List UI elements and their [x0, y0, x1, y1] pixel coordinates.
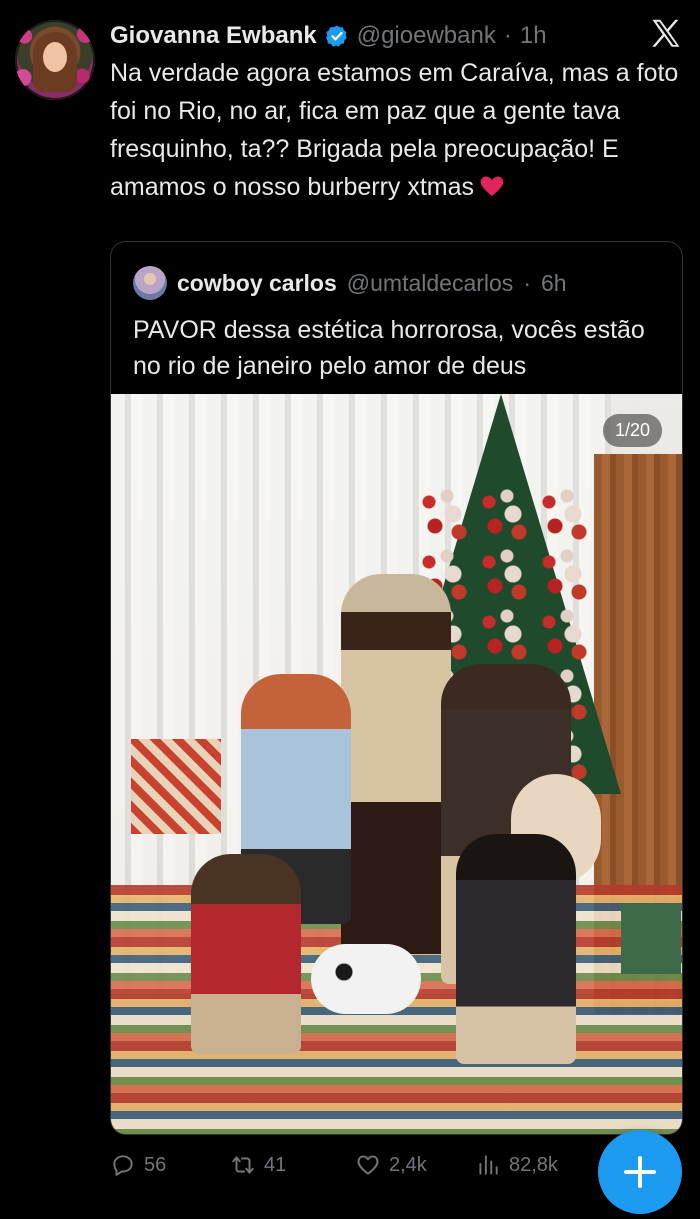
like-button[interactable]: 2,4k: [355, 1145, 427, 1185]
child-left: [191, 854, 301, 1054]
reply-count: 56: [144, 1153, 167, 1176]
red-heart-emoji-icon: [480, 176, 504, 196]
views-icon: [479, 1155, 498, 1175]
reaction-sticker-icon: [141, 1132, 251, 1135]
retweet-count: 41: [264, 1153, 287, 1176]
dalmatian-dog: [311, 944, 421, 1014]
avatar-face: [43, 42, 67, 72]
reply-button[interactable]: 56: [110, 1145, 166, 1185]
author-avatar[interactable]: [15, 20, 95, 100]
quoted-tweet-card[interactable]: cowboy carlos @umtaldecarlos · 6h PAVOR …: [110, 241, 683, 1135]
quote-text: PAVOR dessa estética horrorosa, vocês es…: [133, 316, 645, 380]
x-logo-icon[interactable]: [648, 16, 684, 52]
verified-badge-icon: [325, 25, 347, 47]
separator-dot: ·: [503, 22, 512, 49]
compose-button[interactable]: [598, 1130, 682, 1214]
child-right: [456, 834, 576, 1064]
gift-box-left: [131, 739, 221, 834]
quote-photo[interactable]: 1/20: [111, 394, 682, 1134]
photo-counter: 1/20: [602, 414, 662, 447]
retweet-icon: [232, 1156, 254, 1174]
tweet-container: Giovanna Ewbank @gioewbank · 1h Na verda…: [0, 0, 700, 1214]
quote-separator-dot: ·: [523, 269, 531, 296]
person-standing: [341, 574, 451, 954]
quote-header: cowboy carlos @umtaldecarlos · 6h: [133, 266, 567, 300]
heart-icon: [357, 1155, 379, 1175]
tweet-header: Giovanna Ewbank @gioewbank · 1h: [110, 19, 547, 53]
compose-plus-icon: [624, 1156, 656, 1188]
views-count: 82,8k: [509, 1153, 558, 1176]
author-name[interactable]: Giovanna Ewbank: [110, 22, 317, 50]
quote-time[interactable]: 6h: [541, 270, 567, 297]
quote-author-name[interactable]: cowboy carlos: [177, 270, 337, 297]
quote-author-avatar[interactable]: [133, 266, 167, 300]
tweet-text: Na verdade agora estamos em Caraíva, mas…: [110, 54, 685, 206]
retweet-button[interactable]: 41: [230, 1145, 286, 1185]
gift-box-right: [621, 904, 681, 974]
author-handle[interactable]: @gioewbank: [357, 22, 496, 50]
reply-icon: [113, 1155, 133, 1176]
like-count: 2,4k: [389, 1153, 427, 1176]
tweet-text-content: Na verdade agora estamos em Caraíva, mas…: [110, 59, 679, 201]
views-button[interactable]: 82,8k: [475, 1145, 558, 1185]
quote-author-handle[interactable]: @umtaldecarlos: [347, 270, 514, 297]
tweet-time[interactable]: 1h: [520, 22, 547, 50]
